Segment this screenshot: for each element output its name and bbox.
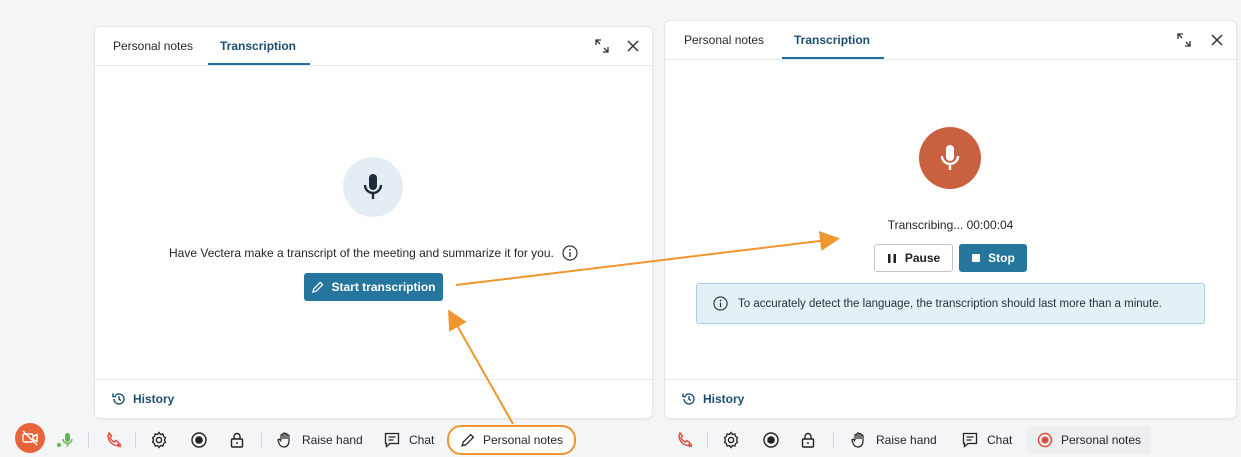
recording-dot-icon [1037, 432, 1053, 448]
history-icon [681, 391, 697, 407]
record-button[interactable] [190, 426, 208, 454]
history-link[interactable]: History [681, 391, 744, 407]
settings-button[interactable] [150, 426, 168, 454]
tab-transcription[interactable]: Transcription [207, 39, 311, 65]
history-label: History [703, 392, 745, 406]
camera-off-button[interactable] [15, 423, 45, 453]
microphone-icon [343, 157, 403, 217]
pencil-icon [460, 433, 475, 448]
pencil-icon [311, 281, 324, 294]
tab-personal-notes[interactable]: Personal notes [113, 39, 193, 53]
lock-icon [799, 431, 817, 449]
raise-hand-button[interactable]: Raise hand [850, 426, 937, 454]
transcription-panel-recording: Personal notes Transcription Transcribin… [664, 20, 1237, 419]
panel-tabs: Personal notes Transcription [95, 27, 652, 66]
record-button[interactable] [762, 426, 780, 454]
gear-icon [722, 431, 740, 449]
leave-call-button[interactable] [676, 426, 694, 454]
raise-hand-label: Raise hand [302, 433, 363, 447]
history-label: History [133, 392, 175, 406]
chat-label: Chat [409, 433, 435, 447]
hand-icon [276, 431, 294, 449]
stop-label: Stop [988, 251, 1015, 265]
chat-button[interactable]: Chat [383, 426, 434, 454]
personal-notes-label: Personal notes [1061, 433, 1142, 447]
personal-notes-button[interactable]: Personal notes [447, 425, 577, 455]
personal-notes-button[interactable]: Personal notes [1027, 426, 1152, 454]
lock-meeting-button[interactable] [799, 426, 817, 454]
stop-icon [971, 253, 981, 263]
microphone-toggle[interactable] [56, 426, 76, 454]
close-icon[interactable] [1207, 30, 1227, 50]
record-icon [190, 431, 208, 449]
pause-button[interactable]: Pause [874, 244, 953, 272]
history-icon [111, 391, 127, 407]
transcription-prompt: Have Vectera make a transcript of the me… [169, 245, 589, 261]
panel-footer: History [95, 379, 652, 418]
camera-off-icon [15, 423, 45, 453]
prompt-text: Have Vectera make a transcript of the me… [169, 246, 554, 260]
language-info-banner: To accurately detect the language, the t… [696, 283, 1205, 324]
hand-icon [850, 431, 868, 449]
transcription-status: Transcribing... 00:00:04 [887, 218, 1014, 232]
settings-button[interactable] [722, 426, 740, 454]
toolbar-divider [833, 432, 834, 449]
info-icon[interactable] [562, 245, 578, 261]
toolbar-divider [707, 432, 708, 449]
chat-label: Chat [987, 433, 1013, 447]
chat-button[interactable]: Chat [961, 426, 1012, 454]
lock-meeting-button[interactable] [228, 426, 246, 454]
start-transcription-button[interactable]: Start transcription [304, 273, 443, 301]
chat-icon [383, 431, 401, 449]
info-icon [713, 296, 728, 311]
microphone-active-icon [56, 430, 76, 450]
pause-icon [887, 253, 897, 264]
chat-icon [961, 431, 979, 449]
toolbar-divider [88, 432, 89, 449]
expand-icon[interactable] [592, 36, 612, 56]
history-link[interactable]: History [111, 391, 174, 407]
personal-notes-label: Personal notes [483, 433, 564, 447]
tab-personal-notes[interactable]: Personal notes [684, 33, 764, 47]
toolbar-divider [135, 432, 136, 449]
panel-footer: History [665, 379, 1236, 418]
expand-icon[interactable] [1174, 30, 1194, 50]
record-icon [762, 431, 780, 449]
info-text: To accurately detect the language, the t… [738, 297, 1162, 310]
raise-hand-label: Raise hand [876, 433, 937, 447]
close-icon[interactable] [623, 36, 643, 56]
microphone-recording-icon [919, 127, 981, 189]
gear-icon [150, 431, 168, 449]
panel-tabs: Personal notes Transcription [665, 21, 1236, 60]
tab-transcription[interactable]: Transcription [781, 33, 885, 59]
leave-call-button[interactable] [105, 426, 123, 454]
start-transcription-label: Start transcription [331, 280, 436, 294]
raise-hand-button[interactable]: Raise hand [276, 426, 363, 454]
lock-icon [228, 431, 246, 449]
transcription-panel-idle: Personal notes Transcription Have Vecter… [94, 26, 653, 419]
phone-hangup-icon [676, 431, 694, 449]
phone-hangup-icon [105, 431, 123, 449]
pause-label: Pause [904, 251, 941, 265]
toolbar-divider [261, 432, 262, 449]
stop-button[interactable]: Stop [959, 244, 1027, 272]
